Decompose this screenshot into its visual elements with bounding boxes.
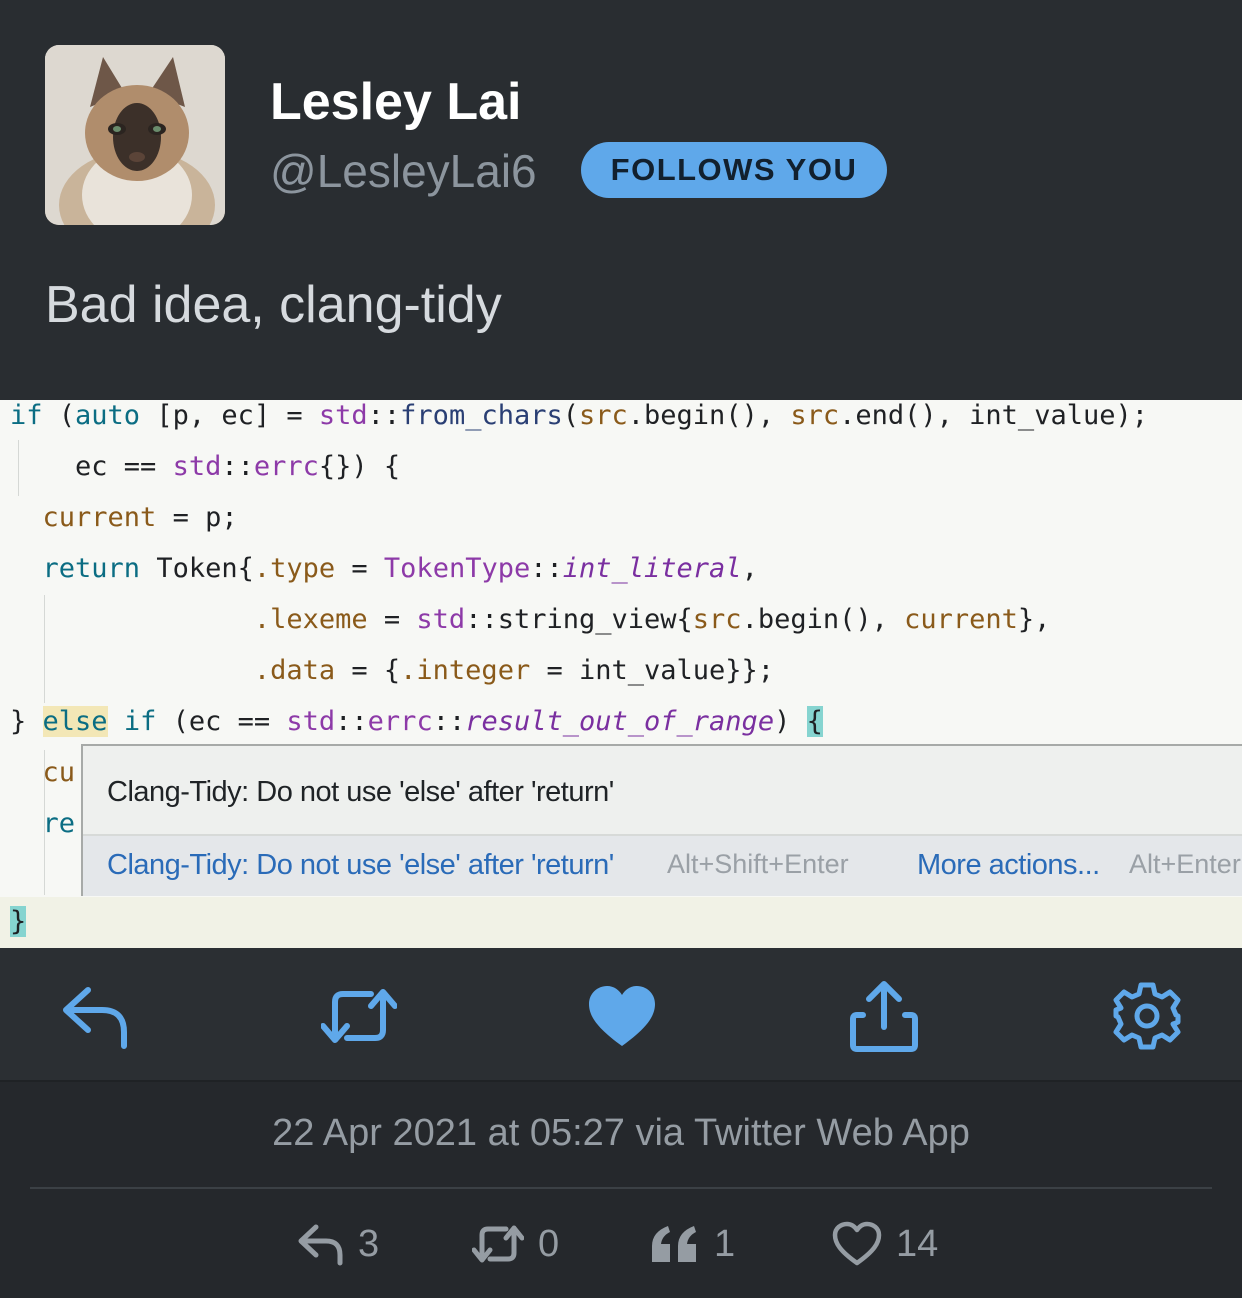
quote-count-value: 1	[714, 1222, 736, 1265]
reply-button[interactable]	[56, 978, 132, 1054]
heart-outline-icon	[832, 1221, 882, 1266]
retweet-button[interactable]	[321, 978, 397, 1054]
tooltip-title: Clang-Tidy: Do not use 'else' after 'ret…	[107, 776, 614, 808]
follows-you-badge: FOLLOWS YOU	[581, 142, 887, 198]
code-line-7: } else if (ec == std::errc::result_out_o…	[10, 706, 823, 737]
more-actions-shortcut: Alt+Enter	[1129, 849, 1241, 879]
code-line-5: .lexeme = std::string_view{src.begin(), …	[253, 604, 1051, 635]
tweet-text: Bad idea, clang-tidy	[45, 276, 502, 334]
code-line-2: ec == std::errc{}) {	[10, 451, 401, 482]
retweet-count-value: 0	[538, 1222, 560, 1265]
code-line-3: current = p;	[42, 502, 238, 533]
share-icon	[850, 981, 918, 1052]
clang-tidy-tooltip: Clang-Tidy: Do not use 'else' after 'ret…	[81, 744, 1242, 896]
quick-fix-shortcut: Alt+Shift+Enter	[667, 849, 849, 879]
reply-count-value: 3	[358, 1222, 380, 1265]
footer-divider	[30, 1187, 1212, 1189]
quote-count[interactable]: 1	[650, 1216, 735, 1272]
code-line-6: .data = {.integer = int_value}};	[253, 655, 775, 686]
quick-fix-action[interactable]: Clang-Tidy: Do not use 'else' after 'ret…	[107, 849, 614, 882]
more-actions-link[interactable]: More actions...	[917, 849, 1100, 882]
current-line-highlight	[0, 897, 1242, 948]
gear-icon	[1113, 982, 1181, 1050]
code-line-8: cu	[10, 757, 76, 788]
avatar[interactable]	[45, 45, 225, 225]
heart-icon	[589, 986, 655, 1046]
tweet-action-bar	[0, 948, 1242, 1080]
code-line-10: }	[10, 906, 27, 937]
retweet-icon	[321, 989, 397, 1043]
share-button[interactable]	[846, 978, 922, 1054]
cat-avatar-image	[45, 45, 225, 225]
retweet-count[interactable]: 0	[472, 1216, 559, 1272]
reply-count[interactable]: 3	[296, 1216, 379, 1272]
quote-icon	[652, 1226, 696, 1262]
reply-icon	[63, 987, 127, 1049]
like-count[interactable]: 14	[832, 1216, 938, 1272]
code-screenshot[interactable]: if (auto [p, ec] = std::from_chars(src.b…	[0, 400, 1242, 948]
tweet-header: Lesley Lai @LesleyLai6 FOLLOWS YOU Bad i…	[0, 0, 1242, 400]
settings-button[interactable]	[1109, 978, 1185, 1054]
like-button[interactable]	[584, 978, 660, 1054]
code-line-1: if (auto [p, ec] = std::from_chars(src.b…	[10, 400, 1148, 431]
tweet-footer: 22 Apr 2021 at 05:27 via Twitter Web App…	[0, 1082, 1242, 1298]
code-line-9: re	[10, 808, 76, 839]
display-name[interactable]: Lesley Lai	[270, 72, 521, 132]
reply-icon	[298, 1224, 343, 1266]
user-handle[interactable]: @LesleyLai6	[270, 144, 537, 198]
retweet-icon	[472, 1225, 524, 1263]
like-count-value: 14	[896, 1222, 939, 1265]
tooltip-actions-bar: Clang-Tidy: Do not use 'else' after 'ret…	[83, 836, 1242, 896]
code-line-4: return Token{.type = TokenType::int_lite…	[42, 553, 758, 584]
tweet-timestamp[interactable]: 22 Apr 2021 at 05:27 via Twitter Web App	[0, 1112, 1242, 1155]
